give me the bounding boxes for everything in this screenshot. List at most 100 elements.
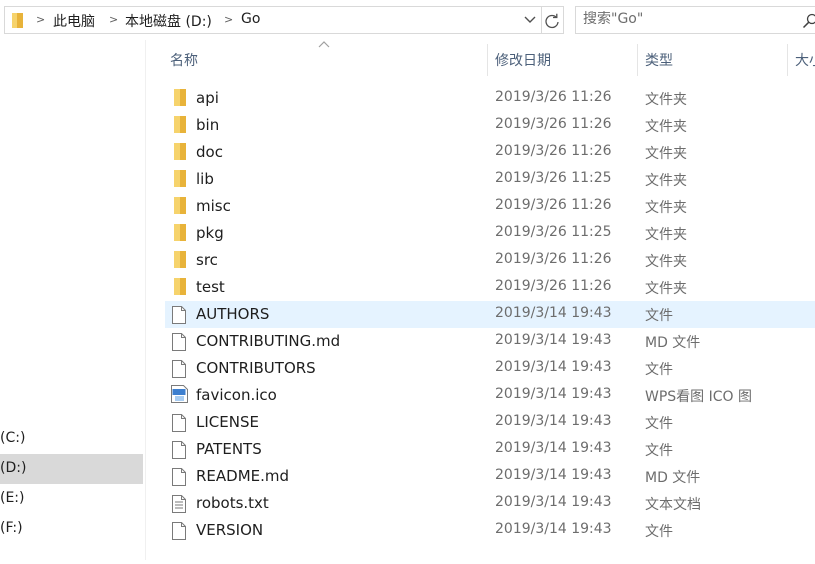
search-icon[interactable] [802, 13, 815, 29]
file-row[interactable]: misc 2019/3/26 11:26 文件夹 [165, 193, 815, 220]
file-icon [172, 333, 186, 355]
file-name: test [196, 278, 225, 296]
column-header-type[interactable]: 类型 [645, 50, 673, 70]
column-header-date[interactable]: 修改日期 [495, 50, 551, 70]
file-row[interactable]: CONTRIBUTORS 2019/3/14 19:43 文件 [165, 355, 815, 382]
file-type: MD 文件 [645, 335, 701, 351]
text-file-icon [172, 495, 186, 517]
file-modified-date: 2019/3/26 11:25 [495, 224, 612, 240]
chevron-right-icon[interactable]: > [109, 13, 118, 26]
file-type: MD 文件 [645, 470, 701, 486]
file-row[interactable]: VERSION 2019/3/14 19:43 文件 [165, 517, 815, 544]
column-header-size[interactable]: 大小 [795, 50, 815, 70]
column-divider[interactable] [637, 44, 638, 76]
chevron-right-icon[interactable]: > [224, 13, 233, 26]
file-name: favicon.ico [196, 386, 277, 404]
column-divider[interactable] [787, 44, 788, 76]
refresh-button[interactable] [540, 6, 564, 34]
breadcrumb-go[interactable]: Go [241, 11, 260, 27]
folder-icon [12, 13, 23, 28]
file-modified-date: 2019/3/14 19:43 [495, 440, 612, 456]
column-divider[interactable] [487, 44, 488, 76]
file-name: pkg [196, 224, 224, 242]
file-type: 文件夹 [645, 92, 687, 108]
file-name: robots.txt [196, 494, 269, 512]
folder-icon [174, 89, 186, 110]
file-name: README.md [196, 467, 290, 485]
nav-drive-c[interactable]: (C:) [0, 424, 143, 454]
file-type: WPS看图 ICO 图 [645, 389, 752, 405]
file-name: PATENTS [196, 440, 262, 458]
file-row[interactable]: pkg 2019/3/26 11:25 文件夹 [165, 220, 815, 247]
file-modified-date: 2019/3/26 11:26 [495, 143, 612, 159]
nav-drive-f[interactable]: (F:) [0, 514, 143, 544]
folder-icon [174, 224, 186, 245]
file-row[interactable]: api 2019/3/26 11:26 文件夹 [165, 85, 815, 112]
address-bar[interactable]: > 此电脑 > 本地磁盘 (D:) > Go [4, 6, 542, 34]
folder-icon [174, 197, 186, 218]
file-type: 文件 [645, 443, 673, 459]
file-row[interactable]: robots.txt 2019/3/14 19:43 文本文档 [165, 490, 815, 517]
file-row[interactable]: test 2019/3/26 11:26 文件夹 [165, 274, 815, 301]
file-type: 文件夹 [645, 254, 687, 270]
file-modified-date: 2019/3/26 11:25 [495, 170, 612, 186]
pane-divider[interactable] [145, 40, 146, 560]
file-name: AUTHORS [196, 305, 270, 323]
file-type: 文件夹 [645, 200, 687, 216]
nav-drive-e[interactable]: (E:) [0, 484, 143, 514]
file-name: misc [196, 197, 231, 215]
search-input[interactable] [583, 11, 783, 27]
file-modified-date: 2019/3/14 19:43 [495, 494, 612, 510]
chevron-down-icon[interactable] [523, 12, 537, 28]
file-row[interactable]: PATENTS 2019/3/14 19:43 文件 [165, 436, 815, 463]
file-row[interactable]: src 2019/3/26 11:26 文件夹 [165, 247, 815, 274]
file-modified-date: 2019/3/26 11:26 [495, 116, 612, 132]
file-modified-date: 2019/3/26 11:26 [495, 251, 612, 267]
file-type: 文件 [645, 524, 673, 540]
file-type: 文件夹 [645, 227, 687, 243]
file-icon [172, 414, 186, 436]
search-box[interactable] [575, 6, 815, 34]
folder-icon [174, 170, 186, 191]
file-name: bin [196, 116, 220, 134]
file-row[interactable]: bin 2019/3/26 11:26 文件夹 [165, 112, 815, 139]
file-modified-date: 2019/3/14 19:43 [495, 305, 612, 321]
file-row[interactable]: README.md 2019/3/14 19:43 MD 文件 [165, 463, 815, 490]
refresh-icon [545, 13, 559, 29]
file-row[interactable]: doc 2019/3/26 11:26 文件夹 [165, 139, 815, 166]
nav-drive-d[interactable]: (D:) [0, 454, 143, 484]
folder-icon [174, 143, 186, 164]
file-type: 文件夹 [645, 281, 687, 297]
drive-label: (F:) [0, 520, 23, 536]
breadcrumb-drive-d[interactable]: 本地磁盘 (D:) [125, 11, 212, 31]
file-type: 文件 [645, 362, 673, 378]
file-type: 文件夹 [645, 146, 687, 162]
file-icon [172, 522, 186, 544]
drive-label: (E:) [0, 490, 25, 506]
file-row[interactable]: lib 2019/3/26 11:25 文件夹 [165, 166, 815, 193]
file-row[interactable]: CONTRIBUTING.md 2019/3/14 19:43 MD 文件 [165, 328, 815, 355]
file-modified-date: 2019/3/14 19:43 [495, 332, 612, 348]
file-modified-date: 2019/3/26 11:26 [495, 89, 612, 105]
file-modified-date: 2019/3/14 19:43 [495, 359, 612, 375]
sort-ascending-icon [318, 41, 330, 48]
file-row[interactable]: AUTHORS 2019/3/14 19:43 文件 [165, 301, 815, 328]
file-name: VERSION [196, 521, 264, 539]
file-icon [172, 360, 186, 382]
file-row[interactable]: favicon.ico 2019/3/14 19:43 WPS看图 ICO 图 [165, 382, 815, 409]
file-modified-date: 2019/3/26 11:26 [495, 197, 612, 213]
breadcrumb-this-pc[interactable]: 此电脑 [53, 11, 95, 31]
file-type: 文件 [645, 308, 673, 324]
file-modified-date: 2019/3/14 19:43 [495, 413, 612, 429]
drive-label: (C:) [0, 430, 26, 446]
file-type: 文件 [645, 416, 673, 432]
file-icon [172, 441, 186, 463]
column-header-name[interactable]: 名称 [170, 50, 198, 70]
file-icon [172, 306, 186, 328]
chevron-right-icon[interactable]: > [36, 13, 45, 26]
file-modified-date: 2019/3/14 19:43 [495, 521, 612, 537]
file-row[interactable]: LICENSE 2019/3/14 19:43 文件 [165, 409, 815, 436]
file-name: CONTRIBUTING.md [196, 332, 341, 350]
file-modified-date: 2019/3/14 19:43 [495, 386, 612, 402]
folder-icon [174, 251, 186, 272]
